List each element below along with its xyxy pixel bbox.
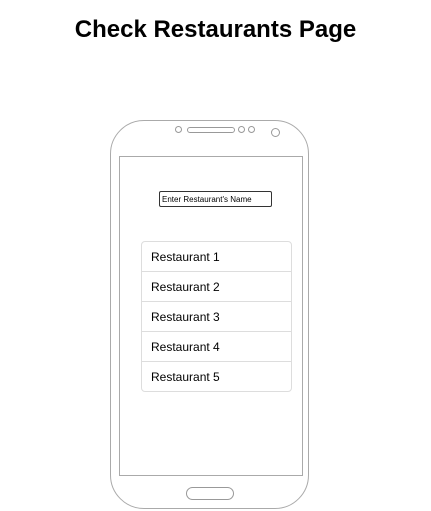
- phone-screen: Restaurant 1 Restaurant 2 Restaurant 3 R…: [119, 156, 303, 476]
- restaurant-list-item[interactable]: Restaurant 3: [142, 302, 291, 332]
- restaurant-list: Restaurant 1 Restaurant 2 Restaurant 3 R…: [141, 241, 292, 392]
- sensor-icon: [238, 126, 245, 133]
- home-button[interactable]: [186, 487, 234, 500]
- front-camera-icon: [175, 126, 182, 133]
- sensor-icon: [248, 126, 255, 133]
- phone-frame: Restaurant 1 Restaurant 2 Restaurant 3 R…: [110, 120, 309, 509]
- page-title: Check Restaurants Page: [74, 16, 357, 43]
- speaker-grille-icon: [187, 127, 235, 133]
- restaurant-list-item[interactable]: Restaurant 2: [142, 272, 291, 302]
- restaurant-list-item[interactable]: Restaurant 5: [142, 362, 291, 391]
- restaurant-list-item[interactable]: Restaurant 4: [142, 332, 291, 362]
- restaurant-search-input[interactable]: [159, 191, 272, 207]
- proximity-sensor-icon: [271, 128, 280, 137]
- restaurant-list-item[interactable]: Restaurant 1: [142, 242, 291, 272]
